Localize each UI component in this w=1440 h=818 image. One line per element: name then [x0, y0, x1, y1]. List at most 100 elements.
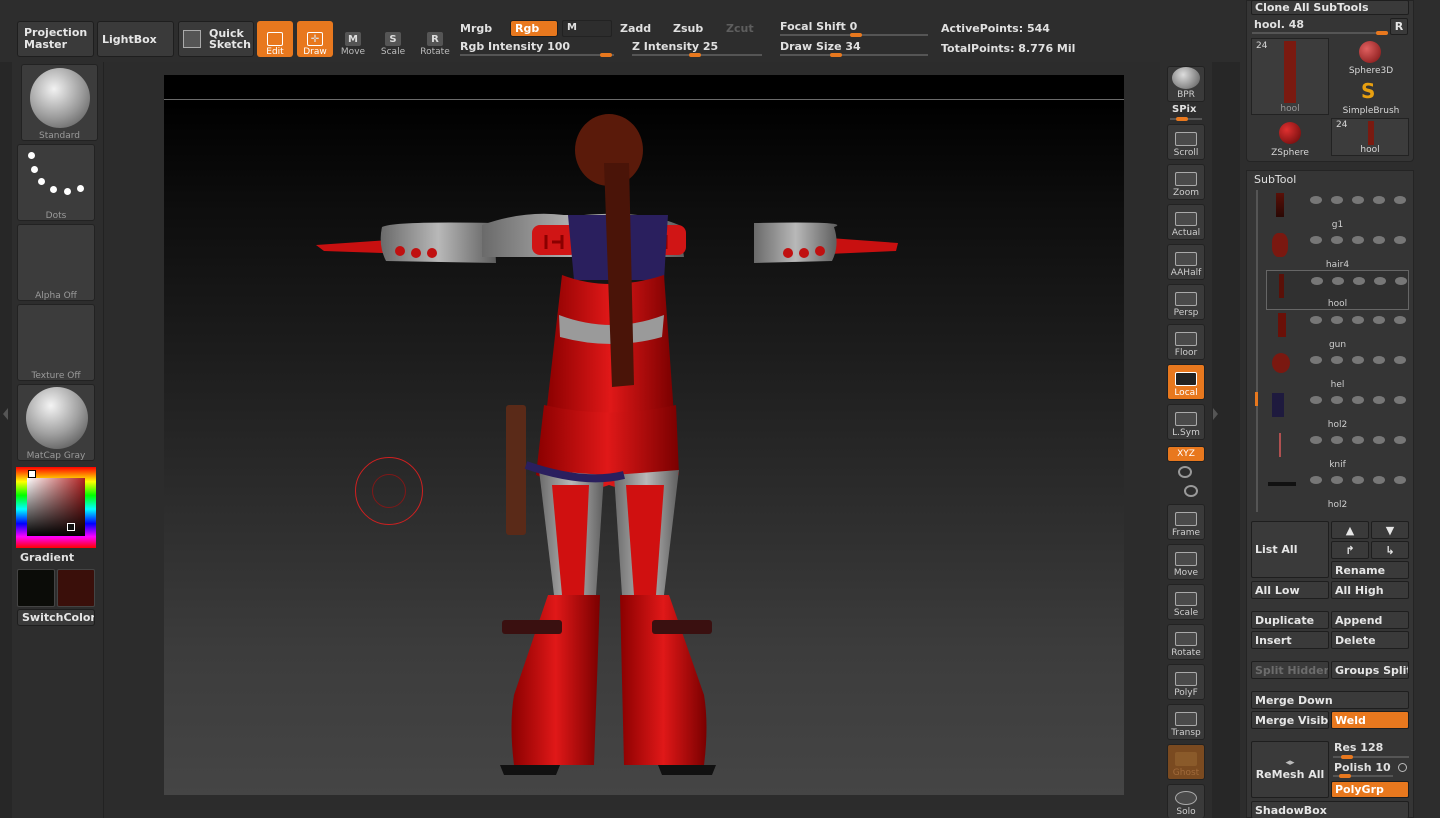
polyf-button[interactable]: PolyF	[1167, 664, 1205, 700]
tool-slider-knob[interactable]	[1376, 31, 1388, 35]
draw-button[interactable]: ✛ Draw	[297, 21, 333, 57]
bpr-button[interactable]: BPR	[1167, 66, 1205, 102]
subtool-row-icons[interactable]	[1310, 396, 1406, 404]
tool-simplebrush[interactable]: S SimpleBrush	[1333, 78, 1409, 116]
tool-thumb-hool[interactable]: 24 hool	[1251, 38, 1329, 115]
zoom-button[interactable]: Zoom	[1167, 164, 1205, 200]
rotate-z-icon[interactable]	[1184, 485, 1198, 497]
quick-sketch-button[interactable]: Quick Sketch	[178, 21, 254, 57]
zadd-button[interactable]: Zadd	[620, 22, 651, 35]
color-picker-hue-handle[interactable]	[28, 470, 36, 478]
secondary-color-swatch[interactable]	[57, 569, 95, 607]
subtool-row-icons[interactable]	[1310, 356, 1406, 364]
polish-toggle-icon[interactable]	[1398, 763, 1407, 772]
material-selector[interactable]: MatCap Gray	[17, 384, 95, 461]
focal-shift-slider[interactable]	[780, 33, 928, 37]
subtool-row[interactable]: g1	[1266, 190, 1409, 230]
switch-color-button[interactable]: SwitchColor	[17, 609, 95, 626]
subtool-row[interactable]: knif	[1266, 430, 1409, 470]
z-intensity-knob[interactable]	[689, 53, 701, 57]
color-picker[interactable]	[16, 467, 96, 548]
groups-split-button[interactable]: Groups Split	[1331, 661, 1409, 679]
subtool-scrollbar[interactable]	[1256, 190, 1258, 512]
clone-all-subtools-button[interactable]: Clone All SubTools	[1251, 0, 1409, 15]
move-button[interactable]: M Move	[335, 21, 371, 57]
zcut-button[interactable]: Zcut	[726, 22, 754, 35]
subtool-row[interactable]: hol2	[1266, 390, 1409, 430]
shadowbox-header[interactable]: ShadowBox	[1251, 801, 1409, 818]
rgb-intensity-slider[interactable]	[460, 53, 614, 57]
ghost-button[interactable]: Ghost	[1167, 744, 1205, 780]
draw-size-knob[interactable]	[830, 53, 842, 57]
subtool-title[interactable]: SubTool	[1254, 173, 1296, 186]
delete-button[interactable]: Delete	[1331, 631, 1409, 649]
subtool-row-selected[interactable]: hool	[1266, 270, 1409, 310]
texture-selector[interactable]: Texture Off	[17, 304, 95, 381]
transp-button[interactable]: Transp	[1167, 704, 1205, 740]
persp-button[interactable]: Persp	[1167, 284, 1205, 320]
merge-visible-button[interactable]: Merge Visible	[1251, 711, 1329, 729]
rotate-button[interactable]: R Rotate	[417, 21, 453, 57]
duplicate-button[interactable]: Duplicate	[1251, 611, 1329, 629]
weld-toggle[interactable]: Weld	[1331, 711, 1409, 729]
arrow-up-right-button[interactable]: ↱	[1331, 541, 1369, 559]
actual-button[interactable]: Actual	[1167, 204, 1205, 240]
subtool-row-icons[interactable]	[1310, 236, 1406, 244]
gradient-toggle[interactable]: Gradient	[20, 551, 74, 564]
mrgb-button[interactable]: Mrgb	[460, 22, 492, 35]
aahalf-button[interactable]: AAHalf	[1167, 244, 1205, 280]
subtool-row-icons[interactable]	[1310, 476, 1406, 484]
append-button[interactable]: Append	[1331, 611, 1409, 629]
move-view-button[interactable]: Move	[1167, 544, 1205, 580]
floor-button[interactable]: Floor	[1167, 324, 1205, 360]
res-knob[interactable]	[1341, 755, 1353, 759]
rotate-view-button[interactable]: Rotate	[1167, 624, 1205, 660]
move-up-button[interactable]: ▲	[1331, 521, 1369, 539]
lsym-button[interactable]: L.Sym	[1167, 404, 1205, 440]
list-all-button[interactable]: List All	[1251, 521, 1329, 578]
subtool-row-icons[interactable]	[1310, 196, 1406, 204]
subtool-row[interactable]: hair4	[1266, 230, 1409, 270]
subtool-row-icons[interactable]	[1310, 436, 1406, 444]
left-collapse-arrow-icon[interactable]	[3, 408, 8, 420]
focal-shift-knob[interactable]	[850, 33, 862, 37]
color-picker-field[interactable]	[27, 478, 85, 536]
r-button[interactable]: R	[1390, 18, 1408, 35]
tool-thumb-hool-2[interactable]: 24 hool	[1331, 118, 1409, 156]
tool-zsphere[interactable]: ZSphere	[1251, 118, 1329, 158]
subtool-row-icons[interactable]	[1310, 316, 1406, 324]
arrow-down-right-button[interactable]: ↳	[1371, 541, 1409, 559]
color-picker-value-handle[interactable]	[67, 523, 75, 531]
all-high-button[interactable]: All High	[1331, 581, 1409, 599]
spix-slider[interactable]	[1170, 117, 1202, 121]
main-color-swatch[interactable]	[17, 569, 55, 607]
alpha-selector[interactable]: Alpha Off	[17, 224, 95, 301]
viewport[interactable]	[164, 75, 1124, 795]
split-hidden-button[interactable]: Split Hidden	[1251, 661, 1329, 679]
polish-slider[interactable]	[1333, 774, 1393, 778]
tool-slider[interactable]	[1252, 31, 1388, 35]
subtool-scroll-thumb[interactable]	[1255, 392, 1258, 406]
move-down-button[interactable]: ▼	[1371, 521, 1409, 539]
rgb-intensity-knob[interactable]	[600, 53, 612, 57]
remesh-all-button[interactable]: ◂▸ ReMesh All	[1251, 741, 1329, 798]
scale-button[interactable]: S Scale	[375, 21, 411, 57]
draw-size-slider[interactable]	[780, 53, 928, 57]
insert-button[interactable]: Insert	[1251, 631, 1329, 649]
rename-button[interactable]: Rename	[1331, 561, 1409, 579]
scale-view-button[interactable]: Scale	[1167, 584, 1205, 620]
xyz-button[interactable]: XYZ	[1167, 446, 1205, 462]
frame-button[interactable]: Frame	[1167, 504, 1205, 540]
polish-knob[interactable]	[1339, 774, 1351, 778]
merge-down-button[interactable]: Merge Down	[1251, 691, 1409, 709]
lightbox-button[interactable]: LightBox	[97, 21, 174, 57]
spix-knob[interactable]	[1176, 117, 1188, 121]
rotate-y-icon[interactable]	[1178, 466, 1192, 478]
solo-button[interactable]: Solo	[1167, 784, 1205, 818]
z-intensity-slider[interactable]	[632, 53, 762, 57]
subtool-row-icons[interactable]	[1311, 277, 1407, 285]
stroke-selector[interactable]: Dots	[17, 144, 95, 221]
res-slider[interactable]	[1333, 755, 1409, 759]
subtool-row[interactable]: hol2	[1266, 470, 1409, 510]
brush-selector[interactable]: Standard	[21, 64, 98, 141]
